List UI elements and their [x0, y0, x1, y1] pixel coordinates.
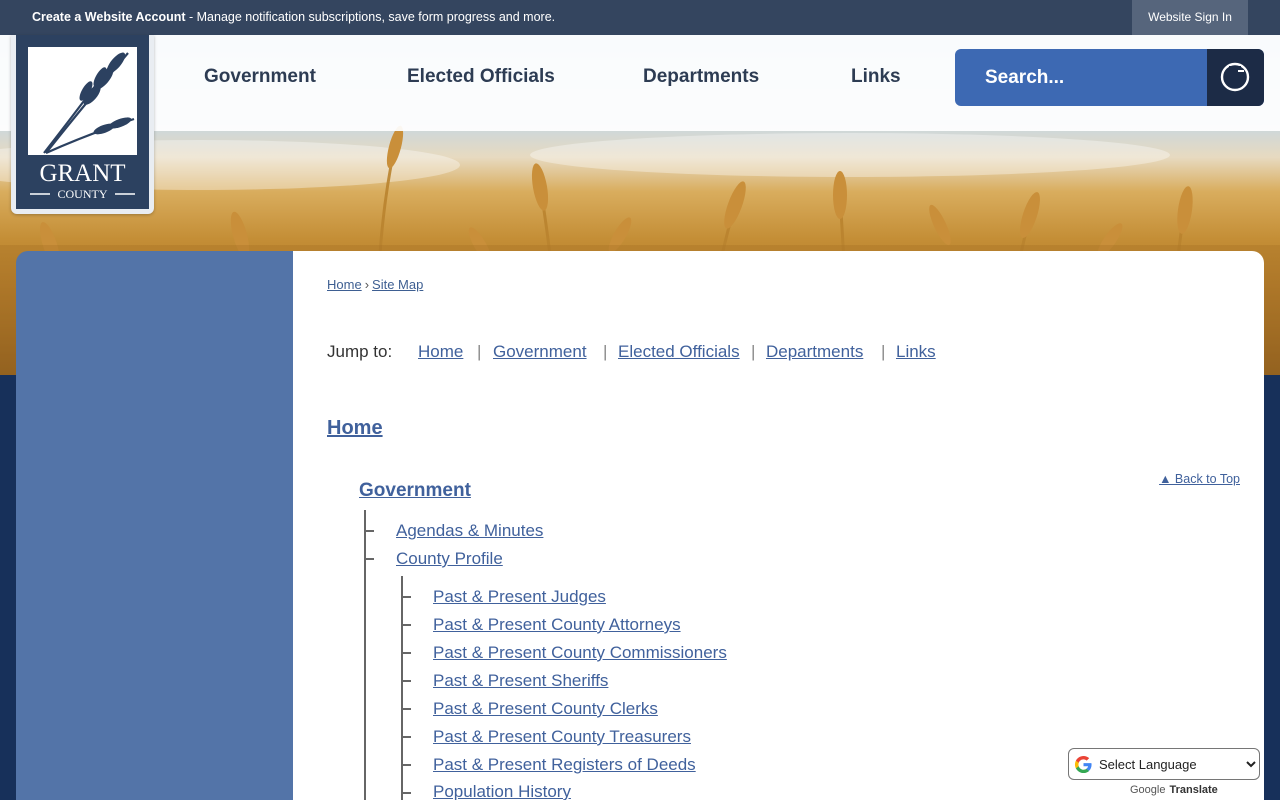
tree-branch [402, 624, 411, 626]
sitemap-government-heading[interactable]: Government [359, 480, 471, 502]
jump-link-links[interactable]: Links [896, 342, 936, 362]
sitemap-home-heading[interactable]: Home [327, 417, 383, 440]
logo-badge: GRANT COUNTY [16, 35, 149, 209]
tree-branch [402, 736, 411, 738]
tree-line [364, 510, 366, 800]
website-sign-in-button[interactable]: Website Sign In [1132, 0, 1248, 35]
jump-separator: | [881, 342, 886, 361]
sitemap-link-agendas-minutes[interactable]: Agendas & Minutes [396, 521, 543, 541]
grant-county-logo[interactable]: GRANT COUNTY [11, 35, 154, 214]
google-g-icon [1074, 755, 1092, 774]
account-message: Create a Website Account - Manage notifi… [32, 10, 555, 24]
logo-county-text: COUNTY [58, 187, 108, 201]
breadcrumb: Home › Site Map [327, 277, 423, 292]
jump-link-home[interactable]: Home [418, 342, 463, 362]
google-translate-widget: Select Language [1068, 748, 1260, 780]
translate-link[interactable]: Translate [1169, 784, 1217, 796]
jump-to-label: Jump to: [327, 342, 393, 361]
tree-branch [402, 680, 411, 682]
tree-branch [365, 530, 374, 532]
tree-branch [402, 596, 411, 598]
search-icon [1220, 62, 1250, 92]
nav-elected-officials[interactable]: Elected Officials [407, 35, 555, 131]
breadcrumb-separator: › [364, 277, 370, 292]
jump-separator: | [477, 342, 482, 361]
main-content: Home › Site Map Jump to: Home | Government… [293, 251, 1264, 800]
sitemap-link-registers-of-deeds[interactable]: Past & Present Registers of Deeds [433, 755, 696, 775]
jump-link-government[interactable]: Government [493, 342, 587, 362]
search-button[interactable] [1207, 49, 1264, 106]
nav-government[interactable]: Government [204, 35, 316, 131]
create-account-link[interactable]: Create a Website Account [32, 10, 186, 24]
powered-by-google: Google Translate [1130, 784, 1218, 796]
sitemap-link-county-attorneys[interactable]: Past & Present County Attorneys [433, 615, 681, 635]
tree-branch [365, 558, 374, 560]
sitemap-link-county-commissioners[interactable]: Past & Present County Commissioners [433, 643, 727, 663]
search-input[interactable] [985, 49, 1205, 106]
sitemap-link-county-treasurers[interactable]: Past & Present County Treasurers [433, 727, 691, 747]
back-to-top-link[interactable]: ▲ Back to Top [1159, 472, 1240, 486]
breadcrumb-site-map[interactable]: Site Map [372, 277, 423, 292]
jump-link-departments[interactable]: Departments [766, 342, 863, 362]
jump-separator: | [603, 342, 608, 361]
logo-grant-text: GRANT [39, 160, 125, 187]
sitemap-link-judges[interactable]: Past & Present Judges [433, 587, 606, 607]
tree-branch [402, 792, 411, 794]
sitemap-link-sheriffs[interactable]: Past & Present Sheriffs [433, 671, 608, 691]
jump-link-elected-officials[interactable]: Elected Officials [618, 342, 740, 362]
left-sidebar [16, 251, 293, 800]
google-wordmark: Google [1130, 784, 1166, 796]
account-description: - Manage notification subscriptions, sav… [185, 10, 556, 24]
tree-branch [402, 708, 411, 710]
sitemap-link-county-clerks[interactable]: Past & Present County Clerks [433, 699, 658, 719]
tree-line [401, 576, 403, 800]
top-utility-bar: Create a Website Account - Manage notifi… [0, 0, 1280, 35]
tree-branch [402, 764, 411, 766]
language-select[interactable]: Select Language [1095, 749, 1259, 779]
jump-to-bar: Jump to: Home | Government | Elected Off… [327, 342, 936, 362]
search-box [955, 49, 1264, 106]
breadcrumb-home[interactable]: Home [327, 277, 362, 292]
nav-departments[interactable]: Departments [643, 35, 759, 131]
tree-branch [402, 652, 411, 654]
jump-separator: | [751, 342, 756, 361]
sitemap-link-county-profile[interactable]: County Profile [396, 549, 503, 569]
wheat-logo-icon: GRANT COUNTY [28, 47, 137, 201]
nav-links[interactable]: Links [851, 35, 901, 131]
sitemap-link-population-history[interactable]: Population History [433, 782, 571, 800]
